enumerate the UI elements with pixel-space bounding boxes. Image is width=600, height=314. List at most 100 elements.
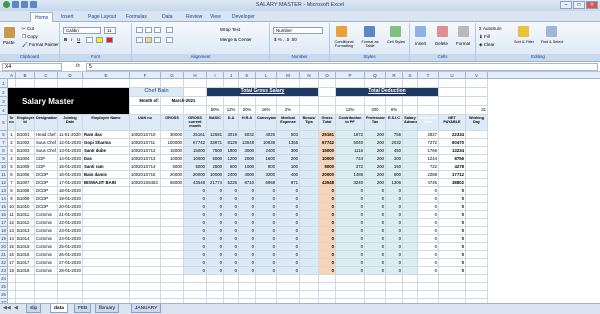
- cell-styles-icon[interactable]: [390, 26, 401, 37]
- italic-button[interactable]: I: [71, 37, 72, 42]
- employee-cell[interactable]: 5032: [239, 131, 256, 139]
- employee-cell[interactable]: [300, 139, 319, 147]
- employee-cell[interactable]: 2000: [239, 155, 256, 163]
- employee-cell[interactable]: 0: [224, 243, 239, 251]
- employee-cell[interactable]: 0: [239, 267, 256, 275]
- employee-cell[interactable]: 3019: [224, 131, 239, 139]
- grid-cell[interactable]: [365, 79, 386, 88]
- employee-cell[interactable]: 0: [439, 235, 466, 243]
- grid-cell[interactable]: [239, 291, 256, 299]
- employee-cell[interactable]: B1018: [16, 267, 35, 275]
- grid-cell[interactable]: [466, 275, 488, 283]
- grid-cell[interactable]: [319, 275, 336, 283]
- employee-cell[interactable]: 7: [8, 179, 16, 187]
- employee-cell[interactable]: 0: [386, 203, 403, 211]
- employee-cell[interactable]: 0: [365, 203, 386, 211]
- employee-cell[interactable]: 20-01-2020: [58, 203, 83, 211]
- sheet-tab-fibruary[interactable]: fibruary: [95, 304, 119, 313]
- employee-cell[interactable]: 0: [439, 259, 466, 267]
- align-middle-icon[interactable]: [145, 27, 152, 33]
- indent-icon[interactable]: [166, 37, 173, 43]
- ribbon-tab-insert[interactable]: Insert: [57, 12, 78, 22]
- employee-cell[interactable]: 0: [319, 203, 336, 211]
- employee-cell[interactable]: 10: [8, 203, 16, 211]
- row-header-5[interactable]: 5: [0, 115, 8, 131]
- employee-cell[interactable]: 0: [207, 203, 224, 211]
- employee-cell[interactable]: 0: [277, 211, 300, 219]
- employee-cell[interactable]: B1008: [16, 187, 35, 195]
- grid-cell[interactable]: [365, 275, 386, 283]
- grid-cell[interactable]: [277, 275, 300, 283]
- employee-cell[interactable]: [300, 163, 319, 171]
- row-header-6[interactable]: 6: [0, 131, 8, 139]
- fill-color-icon[interactable]: [96, 37, 103, 43]
- employee-cell[interactable]: [403, 251, 418, 259]
- employee-cell[interactable]: 17-01-2020: [58, 179, 83, 187]
- borders-icon[interactable]: [86, 37, 93, 43]
- employee-cell[interactable]: 0: [207, 195, 224, 203]
- percent-2[interactable]: 20%: [239, 106, 256, 115]
- employee-cell[interactable]: 0: [319, 267, 336, 275]
- employee-cell[interactable]: 0: [256, 211, 277, 219]
- percent-0[interactable]: 50%: [207, 106, 224, 115]
- format-button[interactable]: Format: [456, 41, 470, 46]
- grid-cell[interactable]: [439, 283, 466, 291]
- employee-cell[interactable]: 0: [239, 259, 256, 267]
- employee-cell[interactable]: 20000: [319, 171, 336, 179]
- employee-cell[interactable]: B1017: [16, 259, 35, 267]
- employee-cell[interactable]: 1766: [418, 147, 439, 155]
- employee-cell[interactable]: 6968: [256, 179, 277, 187]
- employee-cell[interactable]: 0: [184, 203, 207, 211]
- employee-cell[interactable]: 0: [184, 219, 207, 227]
- grid-cell[interactable]: [83, 275, 130, 283]
- employee-cell[interactable]: 150: [386, 163, 403, 171]
- employee-cell[interactable]: 0: [336, 211, 365, 219]
- employee-cell[interactable]: 0: [386, 243, 403, 251]
- grid-cell[interactable]: [35, 291, 58, 299]
- employee-cell[interactable]: 4746: [418, 179, 439, 187]
- employee-cell[interactable]: 5: [8, 163, 16, 171]
- accounting-button[interactable]: $ % , .0 .00: [274, 37, 297, 42]
- grid-cell[interactable]: [83, 291, 130, 299]
- employee-cell[interactable]: Sous Chef: [35, 139, 58, 147]
- employee-cell[interactable]: 0: [277, 195, 300, 203]
- grid-cell[interactable]: [403, 291, 418, 299]
- grid-cell[interactable]: [256, 97, 277, 106]
- employee-cell[interactable]: Commis: [35, 227, 58, 235]
- employee-cell[interactable]: 800: [256, 163, 277, 171]
- align-bottom-icon[interactable]: [154, 27, 161, 33]
- employee-cell[interactable]: 0: [207, 211, 224, 219]
- grid-cell[interactable]: [184, 88, 207, 97]
- deduction-percent-2[interactable]: 6%: [386, 106, 403, 115]
- grid-cell[interactable]: [403, 283, 418, 291]
- grid-cell[interactable]: [161, 79, 184, 88]
- column-title-0[interactable]: Sr no: [8, 115, 16, 131]
- employee-cell[interactable]: 0: [418, 195, 439, 203]
- grid-cell[interactable]: [224, 283, 239, 291]
- employee-cell[interactable]: 11: [8, 211, 16, 219]
- employee-cell[interactable]: 0: [365, 211, 386, 219]
- grid-cell[interactable]: [16, 291, 35, 299]
- employee-cell[interactable]: 20000: [161, 171, 184, 179]
- employee-cell[interactable]: 0: [386, 259, 403, 267]
- employee-cell[interactable]: [466, 187, 488, 195]
- working-days-total[interactable]: 31: [466, 106, 488, 115]
- grid-cell[interactable]: [277, 79, 300, 88]
- employee-cell[interactable]: [83, 267, 130, 275]
- grid-cell[interactable]: [277, 97, 300, 106]
- delete-cells-icon[interactable]: [437, 26, 448, 37]
- employee-cell[interactable]: [300, 131, 319, 139]
- employee-cell[interactable]: 1800: [224, 147, 239, 155]
- employee-cell[interactable]: DCDP: [35, 171, 58, 179]
- grid-cell[interactable]: [418, 291, 439, 299]
- employee-cell[interactable]: [403, 195, 418, 203]
- employee-cell[interactable]: 8: [8, 187, 16, 195]
- employee-cell[interactable]: 67742: [184, 139, 207, 147]
- employee-cell[interactable]: 0: [336, 251, 365, 259]
- employee-cell[interactable]: [300, 195, 319, 203]
- employee-cell[interactable]: [83, 219, 130, 227]
- align-center-icon[interactable]: [145, 37, 152, 43]
- employee-cell[interactable]: [300, 259, 319, 267]
- delete-button[interactable]: Delete: [435, 41, 448, 46]
- grid-cell[interactable]: [224, 97, 239, 106]
